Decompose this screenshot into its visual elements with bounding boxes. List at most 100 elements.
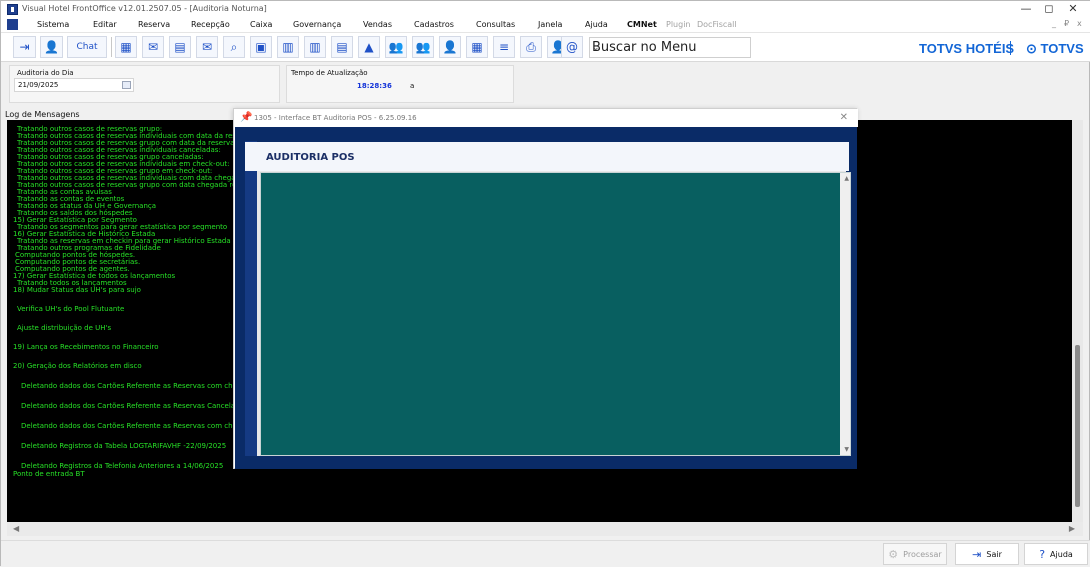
org-icon[interactable]: ▦ (115, 36, 137, 58)
totvs-hoteis-logo: TOTVS HOTÉIS (919, 41, 1015, 56)
chat-label: Chat (76, 42, 98, 52)
chevron-down-icon[interactable]: ⌄ (592, 43, 742, 53)
log-line: Deletando Registros da Tabela LOGTARIFAV… (21, 442, 227, 450)
people-icon[interactable]: 👥 (385, 36, 407, 58)
checkin-icon[interactable]: ▦ (466, 36, 488, 58)
search-icon[interactable]: ⌕ (223, 36, 245, 58)
log-scroll-thumb[interactable] (1075, 345, 1080, 507)
guest-icon[interactable]: 👤 (439, 36, 461, 58)
app-icon (7, 4, 18, 15)
totvs-logo: ⊙ TOTVS (1026, 41, 1084, 56)
menu-caixa[interactable]: Caixa (250, 20, 272, 29)
totvs-logo-text: TOTVS (1040, 41, 1084, 56)
log-vertical-scrollbar[interactable] (1072, 120, 1083, 522)
menu-reserva[interactable]: Reserva (138, 20, 170, 29)
log-line: 18) Mudar Status das UH's para sujo (13, 286, 141, 294)
sair-button[interactable]: ⇥ Sair (955, 543, 1019, 565)
cashier-icon[interactable]: ▥ (277, 36, 299, 58)
help-icon: ? (1039, 547, 1046, 561)
add-people-icon[interactable]: 👥 (412, 36, 434, 58)
calendar-icon[interactable]: ▣ (250, 36, 272, 58)
scroll-left-icon[interactable]: ◀ (13, 524, 19, 533)
mdi-minimize[interactable]: _ (1052, 19, 1056, 28)
menu-search-combobox[interactable]: Buscar no Menu ⌄ (589, 37, 751, 58)
log-label: Log de Mensagens (5, 110, 80, 119)
window-title: Visual Hotel FrontOffice v12.01.2507.05 … (22, 4, 267, 13)
toolbar: ⇥ 👤 Chat ▦ ✉ ▤ ✉ ⌕ ▣ ▥ ▥ ▤ ▲ 👥 👥 👤 ▦ ≡ ⎙… (1, 33, 1090, 62)
maximize-button[interactable]: ◻ (1038, 1, 1060, 17)
user-icon[interactable]: 👤 (40, 36, 63, 58)
menu-cmnet[interactable]: CMNet (627, 20, 657, 29)
dialog-side-strip (245, 141, 257, 456)
calendar-icon[interactable] (122, 81, 131, 89)
scroll-down-icon[interactable]: ▼ (844, 446, 849, 453)
menu-consultas[interactable]: Consultas (476, 20, 515, 29)
log-line: Deletando dados dos Cartões Referente as… (21, 382, 237, 390)
mail-icon[interactable]: ✉ (142, 36, 164, 58)
menu-docfiscall[interactable]: DocFiscall (697, 20, 737, 29)
register-icon[interactable]: ▥ (304, 36, 326, 58)
app-window: Visual Hotel FrontOffice v12.01.2507.05 … (0, 0, 1090, 567)
log-line: 19) Lança os Recebimentos no Financeiro (13, 343, 159, 351)
scroll-up-icon[interactable]: ▲ (844, 175, 849, 182)
audit-pos-content-area[interactable]: ▲ ▼ (260, 172, 851, 456)
close-button[interactable]: ✕ (1062, 1, 1084, 17)
sair-label: Sair (986, 549, 1002, 559)
menu-bar: Sistema Editar Reserva Recepção Caixa Go… (1, 18, 1090, 33)
update-time-value: 18:28:36 (357, 82, 392, 90)
audit-pos-dialog: 📌 1305 - Interface BT Auditoria POS - 6.… (233, 108, 858, 469)
send-mail-icon[interactable]: ✉ (196, 36, 218, 58)
log-line: Deletando dados dos Cartões Referente as… (21, 422, 237, 430)
processar-button[interactable]: ⚙ Processar (883, 543, 947, 565)
log-line: Ajuste distribuição de UH's (17, 324, 112, 332)
menu-recepcao[interactable]: Recepção (191, 20, 230, 29)
chat-button[interactable]: Chat (67, 36, 107, 58)
log-line: Ponto de entrada BT (13, 470, 85, 478)
ajuda-label: Ajuda (1050, 549, 1073, 559)
mdi-close[interactable]: x (1077, 19, 1082, 28)
ajuda-button[interactable]: ? Ajuda (1024, 543, 1088, 565)
process-icon: ⚙ (888, 547, 899, 561)
report-icon[interactable]: ▤ (331, 36, 353, 58)
log-horizontal-scrollbar[interactable]: ◀ ▶ (7, 522, 1083, 536)
dialog-title: 1305 - Interface BT Auditoria POS - 6.25… (254, 114, 417, 122)
log-line: Deletando dados dos Cartões Referente as… (21, 402, 236, 410)
audit-date-label: Auditoria do Dia (17, 69, 74, 77)
menu-sistema[interactable]: Sistema (37, 20, 69, 29)
log-line: 20) Geração dos Relatórios em disco (13, 362, 142, 370)
update-time-box: Tempo de Atualização (286, 65, 514, 103)
dialog-header-title: AUDITORIA POS (266, 152, 355, 163)
menu-governanca[interactable]: Governança (293, 20, 341, 29)
minimize-button[interactable]: — (1015, 1, 1037, 17)
bottom-bar: ⚙ Processar ⇥ Sair ? Ajuda (1, 540, 1090, 567)
menu-vendas[interactable]: Vendas (363, 20, 392, 29)
menu-janela[interactable]: Janela (538, 20, 562, 29)
printer-icon[interactable]: ⎙ (520, 36, 542, 58)
mdi-icon (7, 19, 18, 30)
update-time-label: Tempo de Atualização (291, 69, 368, 77)
update-time-suffix: a (410, 82, 415, 90)
pin-icon[interactable]: 📌 (240, 112, 252, 123)
dialog-title-bar[interactable]: 📌 1305 - Interface BT Auditoria POS - 6.… (234, 109, 858, 127)
dialog-close-icon[interactable]: ✕ (840, 112, 848, 123)
menu-plugin[interactable]: Plugin (666, 20, 691, 29)
book-icon[interactable]: ▤ (169, 36, 191, 58)
exit-icon[interactable]: ⇥ (13, 36, 36, 58)
scroll-right-icon[interactable]: ▶ (1069, 524, 1075, 533)
dialog-body: AUDITORIA POS ▲ ▼ (235, 127, 857, 469)
menu-ajuda[interactable]: Ajuda (585, 20, 608, 29)
mdi-restore[interactable]: ₽ (1064, 19, 1069, 28)
toolbar-separator (111, 37, 112, 57)
processar-label: Processar (903, 549, 942, 559)
exit-icon: ⇥ (972, 547, 982, 561)
menu-editar[interactable]: Editar (93, 20, 117, 29)
dialog-header: AUDITORIA POS (245, 142, 849, 171)
alert-icon[interactable]: ▲ (358, 36, 380, 58)
email-at-icon[interactable]: @ (561, 36, 583, 58)
audit-date-field[interactable]: 21/09/2025 (14, 78, 134, 92)
list-icon[interactable]: ≡ (493, 36, 515, 58)
menu-cadastros[interactable]: Cadastros (414, 20, 454, 29)
audit-date-value: 21/09/2025 (18, 81, 59, 89)
log-line: Deletando Registros da Telefonia Anterio… (21, 462, 224, 470)
content-vertical-scrollbar[interactable]: ▲ ▼ (840, 173, 850, 455)
